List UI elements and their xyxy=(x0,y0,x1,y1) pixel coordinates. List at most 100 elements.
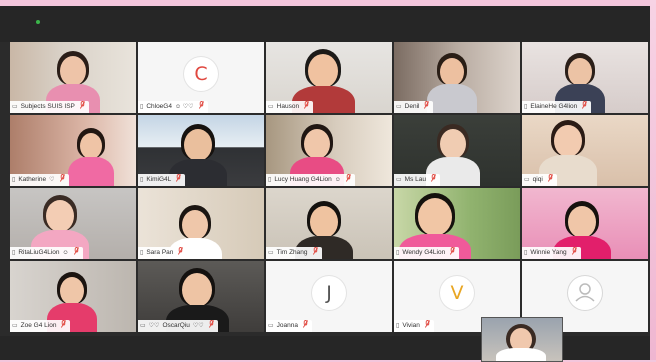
mobile-device-icon: ▯ xyxy=(396,250,400,256)
muted-mic-icon xyxy=(198,100,204,114)
muted-mic-icon xyxy=(312,246,318,260)
participant-name-label: ▯ RitaLiuG4Lion ☺ xyxy=(10,246,83,259)
reaction-icons: ☺ ♡♡ xyxy=(174,104,194,110)
user-avatar-icon xyxy=(568,275,602,310)
muted-mic-icon xyxy=(582,100,588,114)
participant-face xyxy=(60,277,84,305)
participant-name: ElaineHe G4lion xyxy=(530,103,578,110)
participant-name: KimiG4L xyxy=(146,176,172,183)
muted-mic-icon xyxy=(424,100,430,114)
participant-name-label: ▯ Katherine ♡ xyxy=(10,173,69,186)
participant-tile[interactable]: ▯ RitaLiuG4Lion ☺ xyxy=(10,188,136,259)
muted-mic-icon xyxy=(450,246,456,260)
reaction-icons: ☺ xyxy=(62,250,69,256)
self-view-video[interactable] xyxy=(481,317,563,362)
participant-tile[interactable]: ▭ Ms Lau xyxy=(394,115,520,186)
participant-face xyxy=(304,129,330,159)
participant-name-label: ▯ Wendy G4Lion xyxy=(394,246,460,260)
participant-tile[interactable]: ▯ ElaineHe G4lion xyxy=(522,42,648,113)
participant-name-label: ▯ ElaineHe G4lion xyxy=(522,100,592,114)
muted-mic-icon xyxy=(178,246,184,260)
participant-name: Katherine xyxy=(18,176,47,183)
desktop-device-icon: ▭ xyxy=(268,323,274,329)
participant-name: Vivian xyxy=(402,322,420,329)
participant-tile[interactable]: ▯ Katherine ♡ xyxy=(10,115,136,186)
participant-name-label: ▯ Winnie Yang xyxy=(522,246,581,260)
participant-initial-avatar: C xyxy=(184,56,218,91)
participant-name-label: ▯ KimiG4L xyxy=(138,173,186,187)
participant-body xyxy=(67,157,115,186)
desktop-device-icon: ▭ xyxy=(524,177,530,183)
participant-name: Wendy G4Lion xyxy=(402,249,446,256)
muted-mic-icon xyxy=(571,246,577,260)
participant-face xyxy=(308,54,338,88)
mobile-device-icon: ▯ xyxy=(524,250,528,256)
participant-name: Tim Zhang xyxy=(276,249,308,256)
participant-tile[interactable]: ▯ Wendy G4Lion xyxy=(394,188,520,259)
participant-face xyxy=(418,198,452,236)
desktop-device-icon: ▭ xyxy=(396,177,402,183)
participant-face xyxy=(46,200,74,232)
muted-mic-icon xyxy=(61,319,67,333)
participant-name: Sara Pan xyxy=(146,249,174,256)
participant-name-label: ▭ Hauson xyxy=(266,100,314,114)
participant-tile[interactable]: C ▯ ChloeG4 ☺ ♡♡ xyxy=(138,42,264,113)
participant-name: Joanna xyxy=(276,322,298,329)
desktop-device-icon: ▭ xyxy=(140,323,146,329)
participant-initial-avatar: J xyxy=(312,275,346,310)
desktop-device-icon: ▭ xyxy=(396,104,402,110)
muted-mic-icon xyxy=(303,100,310,114)
participant-name-label: ▯ Vivian xyxy=(394,319,434,332)
muted-mic-icon xyxy=(345,173,352,187)
participant-tile[interactable]: ▭ qiqi xyxy=(522,115,648,186)
participant-tile[interactable]: ▯ KimiG4L xyxy=(138,115,264,186)
muted-mic-icon xyxy=(176,173,182,187)
participant-name-label: ▭ Zoe G4 Lion xyxy=(10,319,71,333)
participant-name: Zoe G4 Lion xyxy=(20,322,57,329)
participant-face xyxy=(182,210,208,240)
participant-name-label: ▭ qiqi xyxy=(522,173,557,187)
reaction-icons: ☺ xyxy=(334,177,341,183)
participant-tile[interactable]: ▭ Denil xyxy=(394,42,520,113)
reaction-icons: ♡♡ xyxy=(192,323,204,329)
participant-name: Denil xyxy=(404,103,420,110)
top-toolbar xyxy=(0,6,652,42)
muted-mic-icon xyxy=(79,100,85,114)
participant-name-label: ▭ Ms Lau xyxy=(394,173,440,186)
muted-mic-icon xyxy=(208,319,214,333)
participant-tile[interactable]: ▯ Sara Pan xyxy=(138,188,264,259)
participant-name: OscarQiu xyxy=(162,322,190,329)
mobile-device-icon: ▯ xyxy=(524,104,528,110)
participant-face xyxy=(310,206,338,238)
participant-initial-avatar: V xyxy=(440,275,474,310)
participant-name-label: ▯ Lucy Huang G4Lion ☺ xyxy=(266,173,355,187)
participant-tile[interactable]: ▭ Subjects SUIS ISP xyxy=(10,42,136,113)
gallery-grid: ▭ Subjects SUIS ISP C ▯ ChloeG4 ☺ ♡♡ ▭ Hauson ▭ D… xyxy=(10,42,650,336)
participant-tile[interactable]: ▭ Tim Zhang xyxy=(266,188,392,259)
participant-name: Ms Lau xyxy=(404,176,426,183)
mobile-device-icon: ▯ xyxy=(268,177,272,183)
participant-name: Lucy Huang G4Lion xyxy=(274,176,332,183)
participant-tile[interactable]: ▯ Lucy Huang G4Lion ☺ xyxy=(266,115,392,186)
mobile-device-icon: ▯ xyxy=(12,250,16,256)
reaction-icons: ♡♡ xyxy=(148,323,160,329)
desktop-device-icon: ▭ xyxy=(268,104,274,110)
participant-name-label: ▯ Sara Pan xyxy=(138,246,188,260)
participant-tile[interactable]: J ▭ Joanna xyxy=(266,261,392,332)
mobile-device-icon: ▯ xyxy=(140,104,144,110)
participant-face xyxy=(440,129,466,159)
zoom-meeting-window: ▭ Subjects SUIS ISP C ▯ ChloeG4 ☺ ♡♡ ▭ Hauson ▭ D… xyxy=(0,6,652,362)
participant-name: Hauson xyxy=(276,103,300,110)
participant-tile[interactable]: ▯ Winnie Yang xyxy=(522,188,648,259)
participant-body xyxy=(426,84,478,113)
participant-tile[interactable]: ▭ Hauson xyxy=(266,42,392,113)
participant-name: Subjects SUIS ISP xyxy=(20,103,75,110)
participant-name: ChloeG4 xyxy=(146,103,172,110)
muted-mic-icon xyxy=(547,173,553,187)
participant-tile[interactable]: ▭ Zoe G4 Lion xyxy=(10,261,136,332)
participant-name: RitaLiuG4Lion xyxy=(18,249,60,256)
participant-tile[interactable]: ▭ ♡♡ OscarQiu ♡♡ xyxy=(138,261,264,332)
reaction-icons: ♡ xyxy=(49,177,55,183)
participant-face xyxy=(440,58,464,86)
participant-name-label: ▯ ChloeG4 ☺ ♡♡ xyxy=(138,100,208,114)
